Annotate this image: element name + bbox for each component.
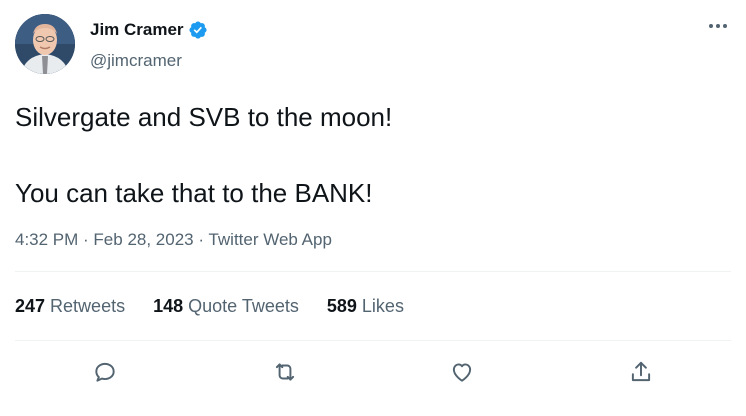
likes-label: Likes — [361, 296, 404, 316]
action-bar — [0, 352, 746, 392]
likes-count: 589 — [326, 296, 357, 316]
more-options-icon[interactable] — [706, 16, 730, 36]
author-name-row: Jim Cramer — [90, 20, 208, 40]
quote-tweets-label: Quote Tweets — [188, 296, 299, 316]
meta-separator: · — [78, 230, 94, 249]
tweet-meta: 4:32 PM · Feb 28, 2023 · Twitter Web App — [15, 230, 332, 250]
tweet-text: Silvergate and SVB to the moon! You can … — [15, 98, 715, 212]
retweet-icon[interactable] — [269, 356, 301, 388]
avatar-image — [15, 14, 75, 74]
tweet-time[interactable]: 4:32 PM — [15, 230, 78, 249]
author-display-name[interactable]: Jim Cramer — [90, 20, 184, 40]
likes-stat[interactable]: 589 Likes — [327, 296, 404, 317]
retweets-label: Retweets — [50, 296, 126, 316]
engagement-stats: 247 Retweets 148 Quote Tweets 589 Likes — [15, 296, 432, 317]
reply-icon[interactable] — [89, 356, 121, 388]
heart-icon[interactable] — [446, 356, 478, 388]
tweet-text-line: Silvergate and SVB to the moon! — [15, 102, 393, 132]
quote-tweets-stat[interactable]: 148 Quote Tweets — [153, 296, 299, 317]
share-icon[interactable] — [625, 356, 657, 388]
divider — [15, 340, 731, 341]
tweet-source[interactable]: Twitter Web App — [208, 230, 331, 249]
tweet-text-line: You can take that to the BANK! — [15, 178, 373, 208]
retweets-stat[interactable]: 247 Retweets — [15, 296, 125, 317]
divider — [15, 271, 731, 272]
tweet-card: Jim Cramer @jimcramer Silvergate and SVB… — [0, 0, 746, 416]
verified-badge-icon — [188, 20, 208, 40]
avatar[interactable] — [15, 14, 75, 74]
retweets-count: 247 — [15, 296, 46, 316]
meta-separator: · — [193, 230, 209, 249]
quote-tweets-count: 148 — [153, 296, 184, 316]
author-handle[interactable]: @jimcramer — [90, 51, 182, 71]
tweet-date[interactable]: Feb 28, 2023 — [93, 230, 193, 249]
